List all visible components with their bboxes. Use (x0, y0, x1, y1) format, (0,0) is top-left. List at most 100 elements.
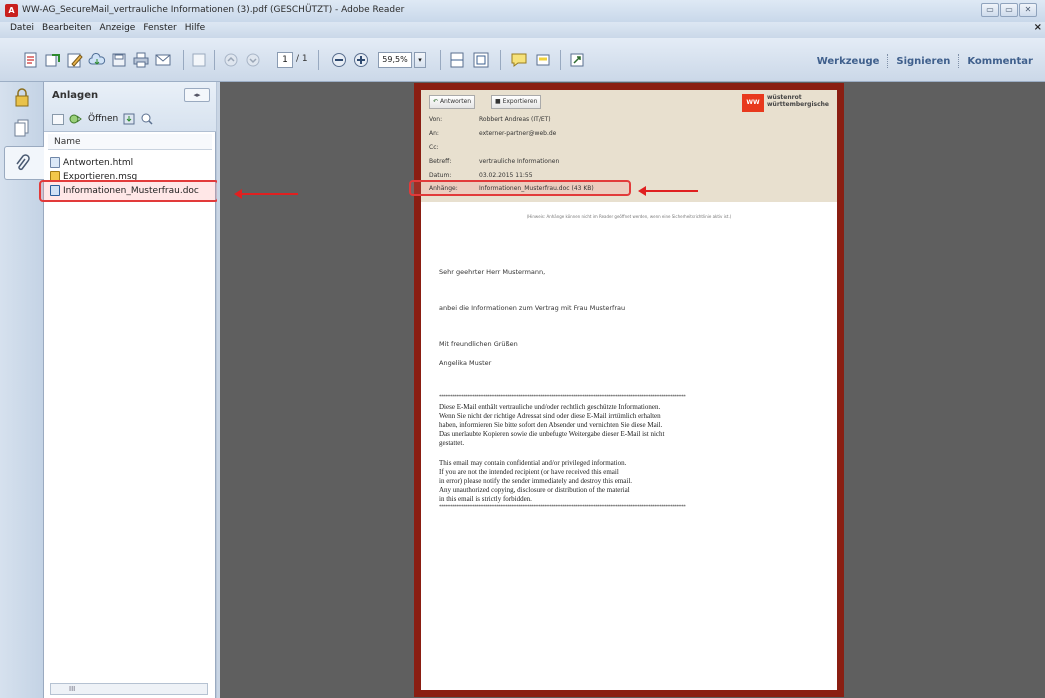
zoom-out-icon[interactable] (330, 51, 348, 69)
attachments-title: Anlagen (52, 90, 99, 101)
menu-bar: Datei Bearbeiten Anzeige Fenster Hilfe × (0, 22, 1045, 38)
mail-subject-row: Betreff: vertrauliche Informationen (429, 158, 559, 165)
close-window-button[interactable]: ✕ (1019, 3, 1037, 17)
pages-icon[interactable] (13, 118, 31, 138)
mail-from-row: Von: Robbert Andreas (IT/ET) (429, 116, 551, 123)
attachments-label: Anhänge: (429, 185, 458, 192)
cloud-icon[interactable] (88, 51, 106, 69)
open-attachment-icon[interactable] (68, 112, 84, 126)
document-canvas: ↶ Antworten ■ Exportieren WW wüstenrot w… (220, 82, 1045, 698)
toolbar-separator (560, 50, 561, 70)
to-value: externer-partner@web.de (479, 130, 557, 137)
mail-closing: Mit freundlichen Grüßen (439, 340, 518, 348)
edit-icon[interactable] (66, 51, 84, 69)
subject-value: vertrauliche Informationen (479, 158, 560, 165)
ww-logo-mark: WW (742, 94, 765, 112)
attachment-row[interactable]: Informationen_Musterfrau.doc (50, 184, 199, 197)
attachments-value[interactable]: Informationen_Musterfrau.doc (43 KB) (479, 185, 594, 192)
toolbar-separator (500, 50, 501, 70)
minimize-button[interactable]: ▭ (981, 3, 999, 17)
toolbar-separator (214, 50, 215, 70)
mail-signature: Angelika Muster (439, 359, 492, 367)
date-value: 03.02.2015 11:55 (479, 172, 533, 179)
disclaimer-divider-bottom: ****************************************… (439, 504, 686, 510)
disclaimer-de-line: haben, informieren Sie bitte sofort den … (439, 421, 663, 429)
highlight-icon[interactable] (534, 51, 552, 69)
menu-anzeige[interactable]: Anzeige (95, 22, 139, 38)
disclaimer-de-line: Diese E-Mail enthält vertrauliche und/od… (439, 403, 661, 411)
view-icon[interactable] (190, 51, 208, 69)
paperclip-icon[interactable] (13, 154, 31, 174)
attachments-panel-header: Anlagen ◂▸ Öffnen (44, 82, 216, 132)
from-label: Von: (429, 116, 443, 123)
zoom-in-icon[interactable] (352, 51, 370, 69)
fit-width-icon[interactable] (448, 51, 466, 69)
close-document-icon[interactable]: × (1034, 22, 1042, 33)
fit-page-icon[interactable] (472, 51, 490, 69)
print-icon[interactable] (132, 51, 150, 69)
navigation-rail (0, 82, 44, 698)
prev-page-icon[interactable] (222, 51, 240, 69)
attachment-name: Informationen_Musterfrau.doc (63, 185, 199, 196)
logo-line-2: württembergische (767, 101, 829, 108)
name-column-header[interactable]: Name (48, 134, 212, 150)
tools-link[interactable]: Werkzeuge (809, 56, 888, 67)
collapse-panel-button[interactable]: ◂▸ (184, 88, 210, 102)
disclaimer-en-line: in this email is strictly forbidden. (439, 495, 532, 503)
disclaimer-de-line: Das unerlaubte Kopieren sowie die unbefu… (439, 430, 665, 438)
options-icon[interactable] (52, 113, 64, 125)
menu-datei[interactable]: Datei (6, 22, 38, 38)
next-page-icon[interactable] (244, 51, 262, 69)
panel-horizontal-scrollbar[interactable]: III (50, 683, 208, 695)
annotation-arrow (638, 186, 698, 196)
zoom-level-input[interactable]: 59,5% (378, 52, 412, 68)
menu-bearbeiten[interactable]: Bearbeiten (38, 22, 95, 38)
lock-icon[interactable] (13, 88, 31, 108)
open-attachment-button[interactable]: Öffnen (88, 114, 118, 124)
pdf-page: ↶ Antworten ■ Exportieren WW wüstenrot w… (409, 90, 837, 690)
save-attachment-icon[interactable] (122, 112, 136, 126)
comment-link[interactable]: Kommentar (959, 56, 1041, 67)
fullscreen-icon[interactable] (568, 51, 586, 69)
annotation-arrow (234, 189, 298, 199)
menu-hilfe[interactable]: Hilfe (181, 22, 209, 38)
disclaimer-de-line: gestattet. (439, 439, 465, 447)
sign-link[interactable]: Signieren (888, 56, 958, 67)
mail-date-row: Datum: 03.02.2015 11:55 (429, 172, 533, 179)
export-button[interactable]: ■ Exportieren (491, 95, 542, 109)
from-value: Robbert Andreas (IT/ET) (479, 116, 551, 123)
disclaimer-en-line: This email may contain confidential and/… (439, 459, 627, 467)
company-logo: WW wüstenrot württembergische (742, 94, 829, 112)
mail-attachments-row: Anhänge: Informationen_Musterfrau.doc (43… (429, 185, 594, 192)
zoom-dropdown-button[interactable]: ▾ (414, 52, 426, 68)
page-number-input[interactable]: 1 (277, 52, 293, 68)
save-icon[interactable] (110, 51, 128, 69)
subject-label: Betreff: (429, 158, 452, 165)
comment-icon[interactable] (510, 51, 528, 69)
mail-note: (Hinweis: Anhänge können nicht im Reader… (526, 214, 732, 219)
page-total-label: / 1 (296, 54, 308, 64)
mail-header: ↶ Antworten ■ Exportieren WW wüstenrot w… (409, 90, 837, 202)
disclaimer-en-line: in error) please notify the sender immed… (439, 477, 633, 485)
attachment-name: Antworten.html (63, 157, 134, 168)
search-attachment-icon[interactable] (140, 112, 154, 126)
title-bar: A WW-AG_SecureMail_vertrauliche Informat… (0, 0, 1045, 22)
share-icon[interactable] (44, 51, 62, 69)
email-icon[interactable] (154, 51, 172, 69)
reply-button[interactable]: ↶ Antworten (429, 95, 476, 109)
create-pdf-icon[interactable] (22, 51, 40, 69)
attachment-row[interactable]: Antworten.html (50, 156, 133, 169)
adobe-reader-icon: A (5, 4, 18, 17)
reply-icon: ↶ (433, 98, 439, 105)
scrollbar-thumb[interactable]: III (69, 685, 75, 693)
menu-fenster[interactable]: Fenster (139, 22, 180, 38)
export-icon: ■ (495, 98, 501, 105)
mail-salutation: Sehr geehrter Herr Mustermann, (439, 268, 546, 276)
disclaimer-en-line: If you are not the intended recipient (o… (439, 468, 619, 476)
document-frame: ↶ Antworten ■ Exportieren WW wüstenrot w… (409, 83, 844, 697)
attachments-panel: Anlagen ◂▸ Öffnen Name Antworten.html Ex… (39, 82, 219, 698)
disclaimer-divider-top: ****************************************… (439, 394, 686, 400)
maximize-button[interactable]: ▭ (1000, 3, 1018, 17)
mail-cc-row: Cc: (429, 144, 479, 151)
reply-label: Antworten (439, 98, 472, 105)
